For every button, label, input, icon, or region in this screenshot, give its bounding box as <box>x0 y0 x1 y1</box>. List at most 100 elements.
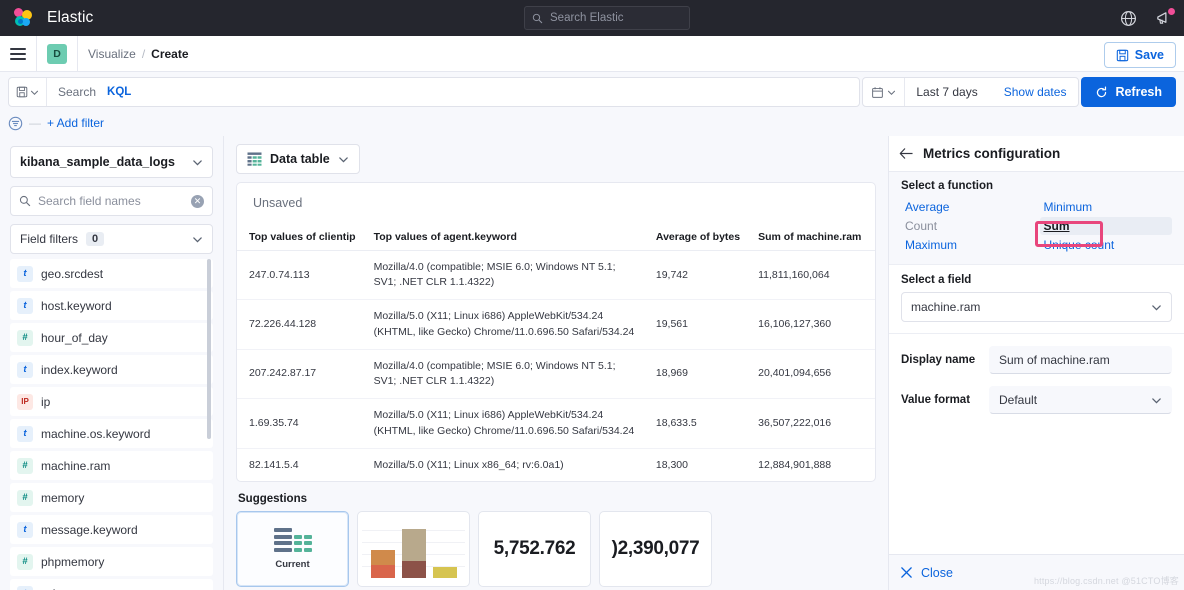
data-panel: kibana_sample_data_logs Search field nam… <box>0 136 224 590</box>
space-avatar[interactable]: D <box>47 44 67 64</box>
chevron-down-icon <box>192 157 203 168</box>
suggestion-bars-1[interactable] <box>357 511 470 587</box>
function-option-maximum[interactable]: Maximum <box>901 236 1034 254</box>
value-format-select[interactable]: Default <box>989 386 1172 414</box>
query-input-placeholder: Search <box>47 85 96 99</box>
field-name: ip <box>41 395 50 409</box>
suggestion-metric-value: )2,390,077 <box>612 538 700 560</box>
field-select[interactable]: machine.ram <box>901 292 1172 322</box>
suggestion-metric-3[interactable]: )2,390,077 <box>599 511 712 587</box>
field-item-memory[interactable]: #memory <box>10 483 213 512</box>
field-type-t-icon: t <box>17 426 33 442</box>
table-row: 1.69.35.74Mozilla/5.0 (X11; Linux i686) … <box>237 399 875 448</box>
field-item-machine-os-keyword[interactable]: tmachine.os.keyword <box>10 419 213 448</box>
chart-type-switcher[interactable]: Data table <box>236 144 360 174</box>
global-search-input[interactable]: Search Elastic <box>524 6 690 30</box>
function-option-sum[interactable]: Sum <box>1040 217 1173 235</box>
bar-2 <box>402 529 426 578</box>
hamburger-menu-icon[interactable] <box>10 48 26 60</box>
function-option-minimum[interactable]: Minimum <box>1040 198 1173 216</box>
help-circle-icon[interactable] <box>1120 10 1137 27</box>
query-input-wrapper[interactable]: Search KQL <box>8 77 860 107</box>
value-format-row: Value format Default <box>889 386 1184 414</box>
table-cell: 16,106,127,360 <box>746 300 875 349</box>
close-button[interactable]: Close <box>921 566 953 580</box>
query-bar: Search KQL Last 7 days Show dates <box>0 72 1184 112</box>
suggestion-bar-chart <box>358 520 469 578</box>
field-item-message-keyword[interactable]: tmessage.keyword <box>10 515 213 544</box>
breadcrumb-create: Create <box>151 47 188 61</box>
field-item-phpmemory[interactable]: #phpmemory <box>10 547 213 576</box>
field-item-geo-srcdest[interactable]: tgeo.srcdest <box>10 259 213 288</box>
field-name: index.keyword <box>41 363 118 377</box>
field-type-ip-icon: IP <box>17 394 33 410</box>
calendar-icon <box>871 86 884 99</box>
table-cell: Mozilla/5.0 (X11; Linux x86_64; rv:6.0a1… <box>362 448 644 482</box>
select-field-label: Select a field <box>901 274 1172 286</box>
value-format-value: Default <box>999 393 1037 407</box>
refresh-button[interactable]: Refresh <box>1081 77 1176 107</box>
add-filter-button[interactable]: + Add filter <box>47 116 104 130</box>
breadcrumb-separator: / <box>142 47 145 61</box>
save-button[interactable]: Save <box>1104 42 1176 68</box>
filter-icon[interactable] <box>8 116 23 131</box>
select-function-label: Select a function <box>901 180 1172 192</box>
field-item-hour_of_day[interactable]: #hour_of_day <box>10 323 213 352</box>
suggestion-metric-2[interactable]: 5,752.762 <box>478 511 591 587</box>
chevron-down-icon <box>338 154 349 165</box>
field-search-input[interactable]: Search field names ✕ <box>10 186 213 216</box>
elastic-logo-icon <box>13 8 33 28</box>
show-dates-button[interactable]: Show dates <box>992 85 1079 99</box>
kibana-visualize-app: Elastic Search Elastic <box>0 0 1184 590</box>
date-quick-select-button[interactable] <box>863 78 905 106</box>
date-range-label[interactable]: Last 7 days <box>905 85 991 99</box>
notification-badge <box>1168 8 1175 15</box>
field-type-n-icon: # <box>17 490 33 506</box>
field-item-host-keyword[interactable]: thost.keyword <box>10 291 213 320</box>
data-source-label: kibana_sample_data_logs <box>20 155 175 169</box>
clear-circle-icon[interactable]: ✕ <box>191 195 204 208</box>
suggestions-list: Current 5,752.762 )2,390,077 <box>236 511 876 587</box>
search-icon <box>19 195 31 207</box>
field-list: tgeo.srcdestthost.keyword#hour_of_daytin… <box>10 259 213 590</box>
field-filters-toggle[interactable]: Field filters 0 <box>10 224 213 254</box>
display-name-input[interactable]: Sum of machine.ram <box>989 346 1172 374</box>
value-format-label: Value format <box>901 394 989 406</box>
field-item-ip[interactable]: IP ip <box>10 387 213 416</box>
function-option-unique-count[interactable]: Unique count <box>1040 236 1173 254</box>
arrow-left-icon[interactable] <box>899 147 914 160</box>
function-selector-block: Select a function AverageMinimumCountSum… <box>889 172 1184 265</box>
table-cell: 82.141.5.4 <box>237 448 362 482</box>
chevron-down-icon <box>30 88 39 97</box>
field-name: message.keyword <box>41 523 138 537</box>
suggestion-table-0[interactable]: Current <box>236 511 349 587</box>
field-search-placeholder: Search field names <box>38 194 191 208</box>
display-name-row: Display name Sum of machine.ram <box>889 346 1184 374</box>
function-option-average[interactable]: Average <box>901 198 1034 216</box>
breadcrumb-visualize[interactable]: Visualize <box>88 47 136 61</box>
field-selector-block: Select a field machine.ram <box>889 265 1184 334</box>
saved-query-button[interactable] <box>9 78 47 106</box>
field-name: geo.srcdest <box>41 267 103 281</box>
field-item-referer[interactable]: treferer <box>10 579 213 590</box>
divider <box>77 36 78 72</box>
field-type-t-icon: t <box>17 362 33 378</box>
field-list-scrollbar[interactable] <box>207 259 211 439</box>
save-disk-icon <box>16 86 28 98</box>
field-name: machine.ram <box>41 459 110 473</box>
field-name: hour_of_day <box>41 331 108 345</box>
workspace-panel: Data table Unsaved Top values of clienti… <box>224 136 888 590</box>
date-picker: Last 7 days Show dates <box>862 77 1079 107</box>
metrics-panel-title: Metrics configuration <box>923 146 1060 161</box>
megaphone-icon[interactable] <box>1155 10 1172 27</box>
suggestions-heading: Suggestions <box>238 493 876 505</box>
table-cell: 11,811,160,064 <box>746 251 875 300</box>
field-name: phpmemory <box>41 555 104 569</box>
field-item-machine-ram[interactable]: #machine.ram <box>10 451 213 480</box>
metrics-panel-header: Metrics configuration <box>889 136 1184 172</box>
close-x-icon[interactable] <box>900 566 913 579</box>
data-source-selector[interactable]: kibana_sample_data_logs <box>10 146 213 178</box>
query-language-switcher[interactable]: KQL <box>96 86 142 98</box>
chart-type-label: Data table <box>270 152 330 166</box>
field-item-index-keyword[interactable]: t index.keyword <box>10 355 213 384</box>
